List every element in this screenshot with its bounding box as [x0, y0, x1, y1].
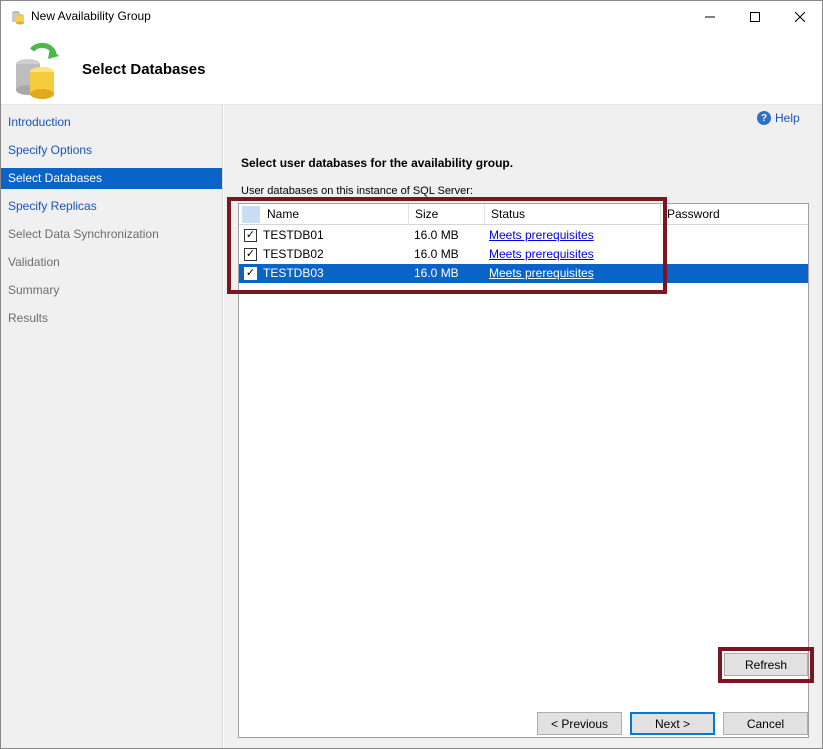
help-icon: ? [757, 111, 771, 125]
window-title: New Availability Group [31, 9, 151, 23]
nav-item-validation: Validation [8, 255, 60, 269]
nav-item-select-data-synchronization: Select Data Synchronization [8, 227, 159, 241]
help-link[interactable]: ? Help [757, 111, 800, 125]
nav-item-select-databases[interactable]: Select Databases [1, 168, 222, 189]
nav-item-results: Results [8, 311, 49, 325]
close-icon [795, 11, 805, 22]
column-header-password[interactable]: Password [661, 204, 808, 225]
close-button[interactable] [777, 1, 823, 32]
instruction-text: Select user databases for the availabili… [241, 156, 514, 170]
wizard-header: Select Databases [1, 32, 822, 105]
nav-item-introduction[interactable]: Introduction [1, 112, 222, 133]
wizard-nav: Introduction Specify Options Select Data… [1, 105, 223, 748]
maximize-icon [750, 11, 760, 22]
title-bar: New Availability Group [1, 1, 822, 32]
nav-item-specify-options[interactable]: Specify Options [1, 140, 222, 161]
page-title: Select Databases [82, 61, 206, 78]
previous-button[interactable]: < Previous [537, 712, 622, 735]
minimize-icon [705, 16, 715, 17]
annotation-box-databases [227, 197, 667, 294]
nav-item-summary: Summary [8, 283, 60, 297]
content-panel: ? Help Select user databases for the ava… [224, 105, 822, 748]
nav-item-specify-replicas[interactable]: Specify Replicas [1, 196, 222, 217]
minimize-button[interactable] [687, 1, 733, 32]
refresh-button[interactable]: Refresh [724, 653, 808, 676]
dialog-window: New Availability Group Select Databases … [0, 0, 823, 749]
maximize-button[interactable] [732, 1, 778, 32]
database-refresh-icon [16, 42, 59, 99]
database-list-label: User databases on this instance of SQL S… [241, 185, 473, 197]
cancel-button[interactable]: Cancel [723, 712, 808, 735]
help-label: Help [775, 111, 800, 125]
app-icon [12, 11, 24, 25]
next-button[interactable]: Next > [630, 712, 715, 735]
